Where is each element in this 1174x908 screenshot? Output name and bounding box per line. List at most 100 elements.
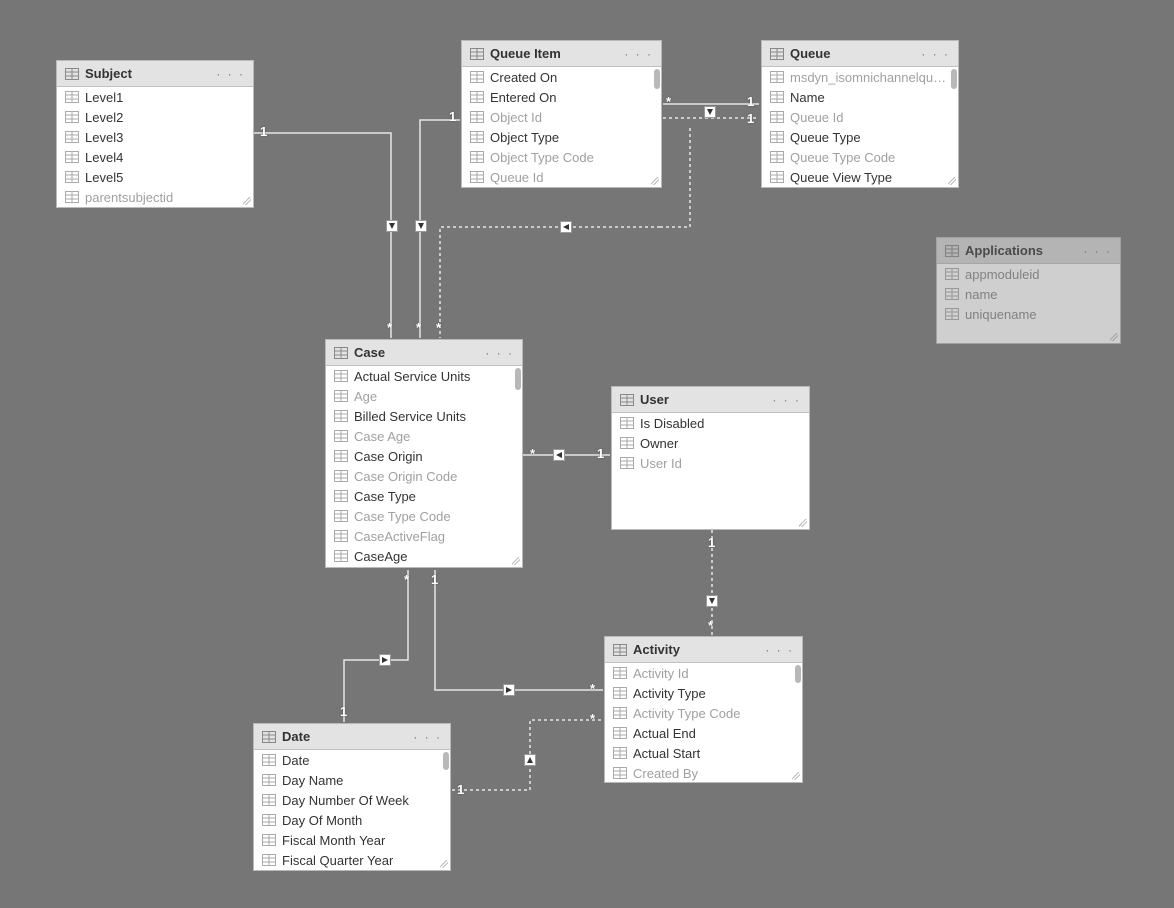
table-header-subject[interactable]: Subject · · ·: [57, 61, 253, 87]
field-row[interactable]: Queue Type: [762, 127, 958, 147]
relationship-direction-marker: [386, 220, 398, 232]
field-row[interactable]: Case Type Code: [326, 506, 522, 526]
table-header-user[interactable]: User · · ·: [612, 387, 809, 413]
field-row[interactable]: Object Type: [462, 127, 661, 147]
field-row[interactable]: parentsubjectid: [57, 187, 253, 207]
field-row[interactable]: Queue View Type: [762, 167, 958, 187]
field-row[interactable]: Object Id: [462, 107, 661, 127]
cardinality-label: 1: [340, 704, 347, 719]
table-header-applications[interactable]: Applications · · ·: [937, 238, 1120, 264]
field-row[interactable]: Date: [254, 750, 450, 770]
field-row[interactable]: Entered On: [462, 87, 661, 107]
field-row[interactable]: Level3: [57, 127, 253, 147]
field-label: Actual End: [633, 726, 696, 741]
table-options-icon[interactable]: · · ·: [624, 47, 653, 61]
table-header-queueitem[interactable]: Queue Item · · ·: [462, 41, 661, 67]
column-icon: [262, 754, 276, 766]
field-row[interactable]: appmoduleid: [937, 264, 1120, 284]
field-label: Fiscal Quarter Year: [282, 853, 393, 868]
table-applications[interactable]: Applications · · · appmoduleidnameunique…: [936, 237, 1121, 344]
field-row[interactable]: Queue Id: [762, 107, 958, 127]
table-options-icon[interactable]: · · ·: [1083, 244, 1112, 258]
table-body-user: Is DisabledOwnerUser Id: [612, 413, 809, 529]
relationship-direction-marker: [379, 654, 391, 666]
field-row[interactable]: Queue Type Code: [762, 147, 958, 167]
cardinality-label: *: [530, 446, 535, 461]
field-label: Queue View Type: [790, 170, 892, 185]
field-row[interactable]: msdyn_isomnichannelqueue: [762, 67, 958, 87]
field-row[interactable]: Created On: [462, 67, 661, 87]
field-row[interactable]: Age: [326, 386, 522, 406]
field-label: Age: [354, 389, 377, 404]
field-row[interactable]: Fiscal Month Year: [254, 830, 450, 850]
column-icon: [770, 91, 784, 103]
field-row[interactable]: Level2: [57, 107, 253, 127]
cardinality-label: 1: [597, 446, 604, 461]
table-queue[interactable]: Queue · · · msdyn_isomnichannelqueueName…: [761, 40, 959, 188]
field-row[interactable]: Billed Service Units: [326, 406, 522, 426]
field-row[interactable]: uniquename: [937, 304, 1120, 324]
field-row[interactable]: Case Type: [326, 486, 522, 506]
field-row[interactable]: Created By: [605, 763, 802, 782]
column-icon: [470, 171, 484, 183]
table-date[interactable]: Date · · · DateDay NameDay Number Of Wee…: [253, 723, 451, 871]
field-row[interactable]: Level5: [57, 167, 253, 187]
field-row[interactable]: Fiscal Quarter Year: [254, 850, 450, 870]
table-options-icon[interactable]: · · ·: [216, 67, 245, 81]
field-row[interactable]: Case Origin: [326, 446, 522, 466]
table-body-queueitem: Created OnEntered OnObject IdObject Type…: [462, 67, 661, 187]
field-row[interactable]: Case Origin Code: [326, 466, 522, 486]
field-row[interactable]: Level4: [57, 147, 253, 167]
table-subject[interactable]: Subject · · · Level1 Level2 Level3 Level4 Le…: [56, 60, 254, 208]
scrollbar-thumb[interactable]: [795, 665, 801, 683]
table-header-queue[interactable]: Queue · · ·: [762, 41, 958, 67]
field-row[interactable]: Name: [762, 87, 958, 107]
scrollbar-thumb[interactable]: [515, 368, 521, 390]
column-icon: [770, 151, 784, 163]
field-label: Level2: [85, 110, 123, 125]
scrollbar-thumb[interactable]: [654, 69, 660, 89]
field-label: Case Origin: [354, 449, 423, 464]
field-label: Level4: [85, 150, 123, 165]
column-icon: [65, 91, 79, 103]
field-row[interactable]: Day Number Of Week: [254, 790, 450, 810]
table-header-activity[interactable]: Activity · · ·: [605, 637, 802, 663]
field-row[interactable]: name: [937, 284, 1120, 304]
table-user[interactable]: User · · · Is DisabledOwnerUser Id: [611, 386, 810, 530]
field-row[interactable]: CaseActiveFlag: [326, 526, 522, 546]
table-icon: [262, 731, 276, 743]
field-row[interactable]: Day Of Month: [254, 810, 450, 830]
table-options-icon[interactable]: · · ·: [413, 730, 442, 744]
table-case[interactable]: Case · · · Actual Service Units Age Billed…: [325, 339, 523, 568]
field-row[interactable]: Activity Id: [605, 663, 802, 683]
table-header-date[interactable]: Date · · ·: [254, 724, 450, 750]
table-options-icon[interactable]: · · ·: [772, 393, 801, 407]
field-row[interactable]: Is Disabled: [612, 413, 809, 433]
table-options-icon[interactable]: · · ·: [765, 643, 794, 657]
field-row[interactable]: Actual Start: [605, 743, 802, 763]
field-row[interactable]: Actual End: [605, 723, 802, 743]
table-icon: [613, 644, 627, 656]
table-options-icon[interactable]: · · ·: [921, 47, 950, 61]
column-icon: [613, 687, 627, 699]
table-options-icon[interactable]: · · ·: [485, 346, 514, 360]
table-header-case[interactable]: Case · · ·: [326, 340, 522, 366]
field-row[interactable]: Owner: [612, 433, 809, 453]
scrollbar-thumb[interactable]: [443, 752, 449, 770]
field-row[interactable]: Day Name: [254, 770, 450, 790]
field-row[interactable]: Case Age: [326, 426, 522, 446]
field-row[interactable]: Actual Service Units: [326, 366, 522, 386]
relationship-direction-marker: [560, 221, 572, 233]
column-icon: [770, 171, 784, 183]
field-row[interactable]: Level1: [57, 87, 253, 107]
field-row[interactable]: Activity Type: [605, 683, 802, 703]
relationship-direction-marker: [524, 754, 536, 766]
field-row[interactable]: Queue Id: [462, 167, 661, 187]
table-activity[interactable]: Activity · · · Activity IdActivity TypeA…: [604, 636, 803, 783]
scrollbar-thumb[interactable]: [951, 69, 957, 89]
field-row[interactable]: User Id: [612, 453, 809, 473]
field-row[interactable]: Object Type Code: [462, 147, 661, 167]
field-row[interactable]: CaseAge: [326, 546, 522, 566]
table-queueitem[interactable]: Queue Item · · · Created OnEntered OnObj…: [461, 40, 662, 188]
field-row[interactable]: Activity Type Code: [605, 703, 802, 723]
